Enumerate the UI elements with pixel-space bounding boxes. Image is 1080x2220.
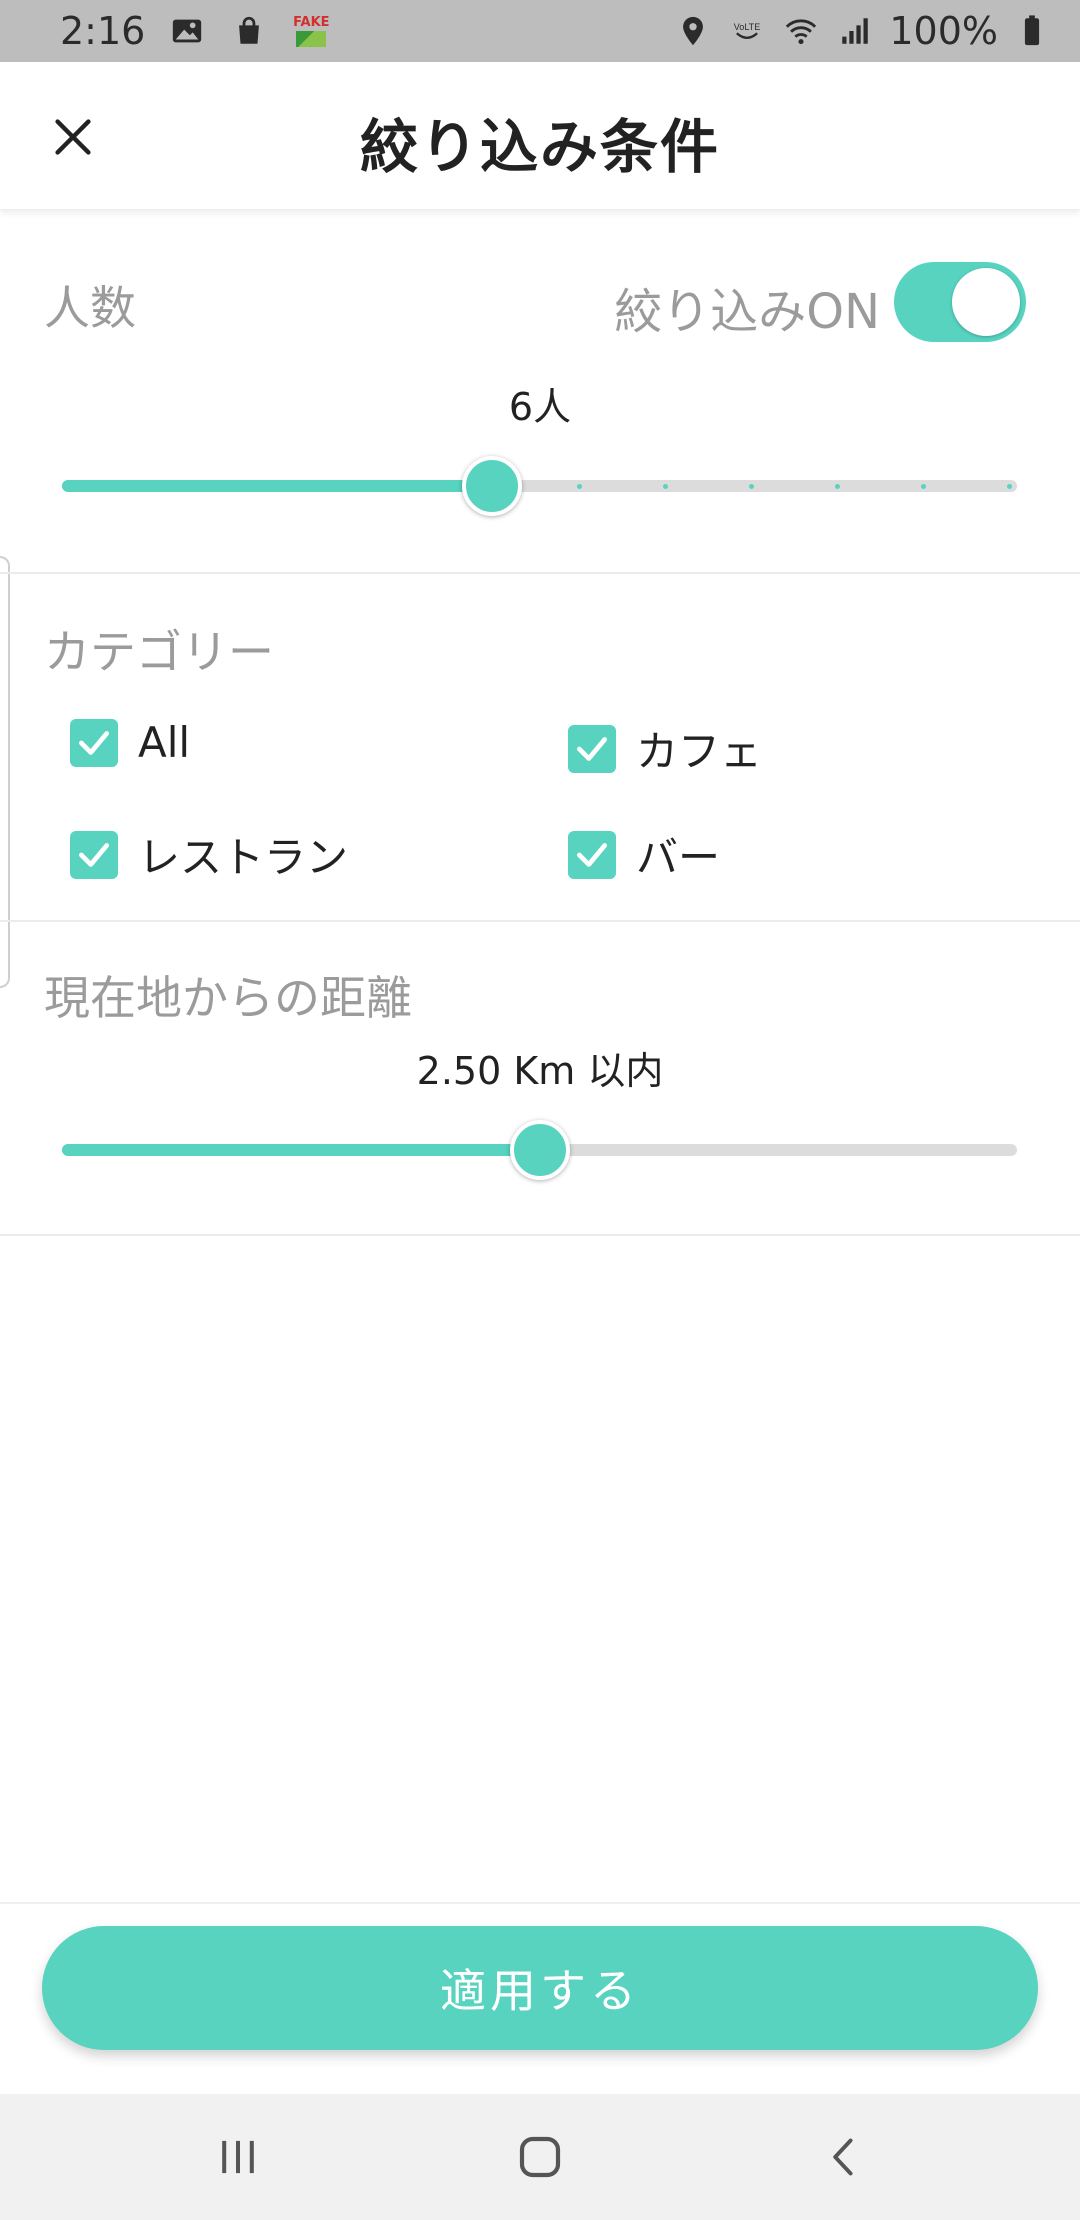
- distance-slider[interactable]: [62, 1120, 1017, 1180]
- divider: [0, 920, 1080, 922]
- checkbox-checked-icon: [568, 724, 616, 773]
- people-section-label: 人数: [44, 281, 136, 335]
- shopping-bag-icon: [229, 11, 269, 51]
- slider-tick: [749, 484, 754, 489]
- checkbox-checked-icon: [70, 718, 118, 767]
- divider: [0, 1234, 1080, 1236]
- home-icon: [519, 2136, 561, 2178]
- location-icon: [673, 11, 713, 51]
- filter-toggle[interactable]: [894, 262, 1026, 342]
- people-count-value: 6人: [508, 385, 572, 429]
- distance-value: 2.50 Km 以内: [416, 1049, 664, 1093]
- home-button[interactable]: [500, 2122, 580, 2192]
- battery-percent: 100%: [889, 9, 998, 53]
- category-checkbox-all[interactable]: All: [70, 718, 190, 767]
- image-icon: [167, 11, 207, 51]
- status-time: 2:16: [60, 9, 146, 53]
- slider-tick: [1007, 484, 1012, 489]
- svg-text:VoLTE: VoLTE: [734, 22, 761, 32]
- recents-icon: [222, 2140, 254, 2174]
- signal-icon: [835, 11, 875, 51]
- category-label: All: [138, 718, 191, 767]
- side-drawer-handle[interactable]: [0, 556, 10, 988]
- fake-gps-label: FAKE: [293, 14, 330, 30]
- slider-fill: [62, 1144, 540, 1156]
- volte-icon: VoLTE: [727, 11, 767, 51]
- system-nav-bar: [0, 2094, 1080, 2220]
- app-header: 絞り込み条件: [0, 62, 1080, 210]
- category-label: レストラン: [138, 833, 349, 882]
- recents-button[interactable]: [198, 2122, 278, 2192]
- checkbox-checked-icon: [568, 830, 616, 879]
- people-slider-thumb[interactable]: [462, 456, 522, 516]
- slider-tick: [835, 484, 840, 489]
- slider-tick: [663, 484, 668, 489]
- category-checkbox-cafe[interactable]: カフェ: [568, 718, 762, 779]
- wifi-icon: [781, 11, 821, 51]
- back-icon: [833, 2138, 853, 2176]
- checkbox-checked-icon: [70, 830, 118, 879]
- category-checkbox-bar[interactable]: バー: [568, 824, 720, 885]
- filter-toggle-label: 絞り込みON: [614, 284, 880, 340]
- category-label: カフェ: [636, 727, 763, 776]
- divider: [0, 572, 1080, 574]
- people-slider[interactable]: [62, 456, 1017, 516]
- back-button[interactable]: [804, 2122, 884, 2192]
- filter-screen: 2:16 FAKE VoLTE 100% 絞り込み条件 人数 絞り込みON 6人…: [0, 0, 1080, 2220]
- distance-section-label: 現在地からの距離: [44, 971, 412, 1025]
- page-title: 絞り込み条件: [359, 113, 720, 181]
- slider-tick: [577, 484, 582, 489]
- fake-gps-icon: FAKE: [291, 11, 331, 51]
- category-label: バー: [636, 833, 721, 882]
- status-bar: 2:16 FAKE VoLTE 100%: [0, 0, 1080, 62]
- slider-fill: [62, 480, 492, 492]
- distance-slider-thumb[interactable]: [510, 1120, 570, 1180]
- battery-icon: [1012, 11, 1052, 51]
- apply-button[interactable]: 適用する: [42, 1926, 1038, 2050]
- slider-tick: [921, 484, 926, 489]
- toggle-knob: [952, 268, 1020, 336]
- category-checkbox-restaurant[interactable]: レストラン: [70, 824, 348, 885]
- category-section-label: カテゴリー: [44, 625, 274, 679]
